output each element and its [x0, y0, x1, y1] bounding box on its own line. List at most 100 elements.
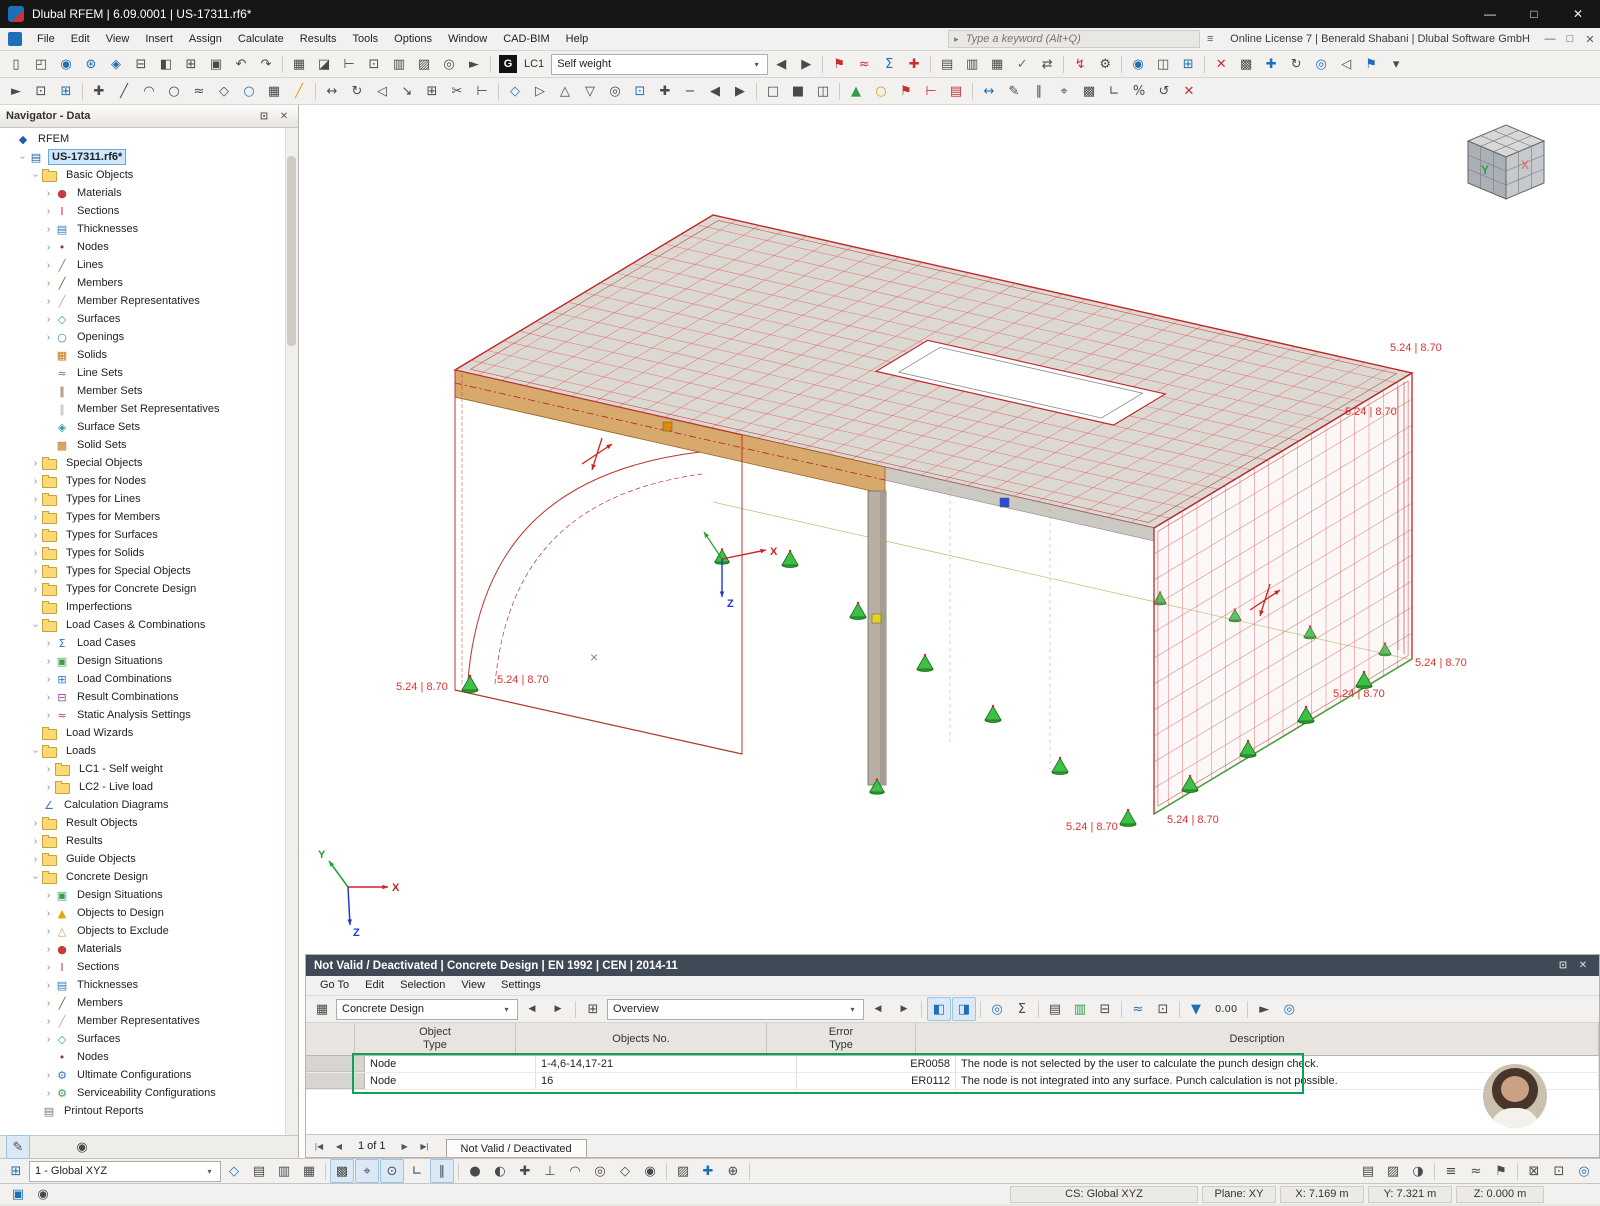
last-page-button[interactable]: ▶| [416, 1137, 434, 1155]
expand-arrow-icon[interactable]: › [43, 944, 54, 955]
new-arc-icon[interactable]: ◠ [137, 79, 161, 103]
tree-item-types-for-special-objects[interactable]: › Types for Special Objects [0, 562, 285, 580]
plane-xz-icon[interactable]: ▦ [297, 1159, 321, 1183]
intersection-snap-icon[interactable]: ✚ [513, 1159, 537, 1183]
close-panel-icon[interactable]: ✕ [1575, 958, 1591, 974]
child-minimize-icon[interactable]: — [1540, 30, 1560, 48]
expand-arrow-icon[interactable]: › [43, 314, 54, 325]
expand-arrow-icon[interactable]: › [30, 530, 41, 541]
expand-arrow-icon[interactable]: › [43, 260, 54, 271]
section-views-icon[interactable]: ◪ [312, 52, 336, 76]
tree-item-results[interactable]: › Results [0, 832, 285, 850]
rotate-view-icon[interactable]: ↻ [1284, 52, 1308, 76]
export-table-icon[interactable]: ▤ [1043, 997, 1067, 1021]
view-in-x-icon[interactable]: ▷ [528, 79, 552, 103]
tree-item-load-wizards[interactable]: Load Wizards [0, 724, 285, 742]
view-in-y-icon[interactable]: △ [553, 79, 577, 103]
next-view-icon[interactable]: ▶ [728, 79, 752, 103]
menu-view[interactable]: View [98, 28, 138, 50]
nodal-support-icon[interactable]: ▲ [844, 79, 868, 103]
select-in-graphic-icon[interactable]: ◧ [927, 997, 951, 1021]
expand-arrow-icon[interactable]: › [43, 278, 54, 289]
validation-icon[interactable]: ✓ [1010, 52, 1034, 76]
renumber-icon[interactable]: ▩ [1234, 52, 1258, 76]
open-model-icon[interactable]: ◰ [29, 52, 53, 76]
cs-origin-icon[interactable]: ⊕ [721, 1159, 745, 1183]
expand-arrow-icon[interactable]: › [43, 224, 54, 235]
tree-item-member-representatives[interactable]: › ╱ Member Representatives [0, 1012, 285, 1030]
prev-load-case-icon[interactable]: ◀ [769, 52, 793, 76]
tree-item-thicknesses[interactable]: › ▤ Thicknesses [0, 220, 285, 238]
collapse-arrow-icon[interactable]: › [30, 746, 41, 757]
expand-arrow-icon[interactable]: › [43, 926, 54, 937]
tree-item-members[interactable]: › ╱ Members [0, 994, 285, 1012]
collapse-arrow-icon[interactable]: › [30, 620, 41, 631]
dlubal-center-icon[interactable]: ◉ [54, 52, 78, 76]
tree-item-static-analysis-settings[interactable]: › ≈ Static Analysis Settings [0, 706, 285, 724]
tree-item-concrete-design[interactable]: › Concrete Design [0, 868, 285, 886]
expand-arrow-icon[interactable]: › [30, 458, 41, 469]
tree-item-types-for-members[interactable]: › Types for Members [0, 508, 285, 526]
next-load-case-icon[interactable]: ▶ [794, 52, 818, 76]
tree-item-load-combinations[interactable]: › ⊞ Load Combinations [0, 670, 285, 688]
workplane-icon[interactable]: ◇ [222, 1159, 246, 1183]
block-library-icon[interactable]: ▣ [204, 52, 228, 76]
help-bottom-icon[interactable]: ◎ [1572, 1159, 1596, 1183]
overview-icon[interactable]: ⊞ [581, 997, 605, 1021]
zoom-in-icon[interactable]: ✚ [653, 79, 677, 103]
expand-arrow-icon[interactable]: › [30, 512, 41, 523]
cad-bim-icon[interactable]: ⊛ [79, 52, 103, 76]
object-snap-icon[interactable]: ⊙ [380, 1159, 404, 1183]
expand-arrow-icon[interactable]: › [43, 980, 54, 991]
select-pointer-icon[interactable]: ► [462, 52, 486, 76]
expand-arrow-icon[interactable]: › [43, 638, 54, 649]
sync-tables-icon[interactable]: ⇄ [1035, 52, 1059, 76]
navigator-data-tab-icon[interactable]: ✎ [6, 1135, 30, 1159]
guidelines-icon[interactable]: ∥ [1027, 79, 1051, 103]
view-in-z-icon[interactable]: ▽ [578, 79, 602, 103]
tree-item-materials[interactable]: › ● Materials [0, 940, 285, 958]
render-quality-icon[interactable]: ▨ [1381, 1159, 1405, 1183]
table-row[interactable]: Node 16 ER0112 The node is not integrated i… [306, 1073, 1599, 1090]
tree-item-types-for-nodes[interactable]: › Types for Nodes [0, 472, 285, 490]
menu-insert[interactable]: Insert [137, 28, 181, 50]
expand-arrow-icon[interactable]: › [43, 206, 54, 217]
select-special-icon[interactable]: ⊞ [54, 79, 78, 103]
panel-menu-selection[interactable]: Selection [392, 976, 453, 995]
mirror-tool-icon[interactable]: ◁ [370, 79, 394, 103]
design-type-combo[interactable]: Concrete Design ▾ [336, 998, 518, 1020]
result-values-icon[interactable]: Σ [877, 52, 901, 76]
navigation-cube[interactable]: Y X [1454, 119, 1558, 219]
tree-item-nodes[interactable]: › • Nodes [0, 238, 285, 256]
export-excel-icon[interactable]: ▥ [1068, 997, 1092, 1021]
tree-item-load-cases[interactable]: › Σ Load Cases [0, 634, 285, 652]
zoom-select-icon[interactable]: ◎ [1309, 52, 1333, 76]
lock-view-icon[interactable]: ⊠ [1522, 1159, 1546, 1183]
navigator-views-tab-icon[interactable]: ◉ [70, 1135, 94, 1159]
load-case-combo[interactable]: Self weight ▾ [551, 53, 769, 75]
printout-report-icon[interactable]: ⊡ [1151, 997, 1175, 1021]
tree-item-imperfections[interactable]: Imperfections [0, 598, 285, 616]
zoom-all-icon[interactable]: ◎ [603, 79, 627, 103]
annotation-icon[interactable]: ✎ [1002, 79, 1026, 103]
tree-item-lc2-live-load[interactable]: › LC2 - Live load [0, 778, 285, 796]
prev-view-icon[interactable]: ◀ [866, 997, 890, 1021]
expand-arrow-icon[interactable]: › [43, 692, 54, 703]
show-results-icon[interactable]: ≈ [852, 52, 876, 76]
move-icon[interactable]: ↔ [320, 79, 344, 103]
pick-object-icon[interactable]: ► [1252, 997, 1276, 1021]
expand-arrow-icon[interactable]: › [43, 188, 54, 199]
plane-xy-icon[interactable]: ▤ [247, 1159, 271, 1183]
tree-item-types-for-surfaces[interactable]: › Types for Surfaces [0, 526, 285, 544]
visibility-modes-icon[interactable]: ◉ [1126, 52, 1150, 76]
zoom-out-icon[interactable]: − [678, 79, 702, 103]
tree-item-design-situations[interactable]: › ▣ Design Situations [0, 886, 285, 904]
overview-combo[interactable]: Overview ▾ [607, 998, 864, 1020]
tree-item-member-sets[interactable]: ∥ Member Sets [0, 382, 285, 400]
midpoint-snap-icon[interactable]: ◐ [488, 1159, 512, 1183]
menu-calculate[interactable]: Calculate [230, 28, 292, 50]
tree-item-nodes[interactable]: • Nodes [0, 1048, 285, 1066]
expand-arrow-icon[interactable]: › [43, 1088, 54, 1099]
background-layers-icon[interactable]: ▨ [671, 1159, 695, 1183]
divide-icon[interactable]: ⊢ [470, 79, 494, 103]
